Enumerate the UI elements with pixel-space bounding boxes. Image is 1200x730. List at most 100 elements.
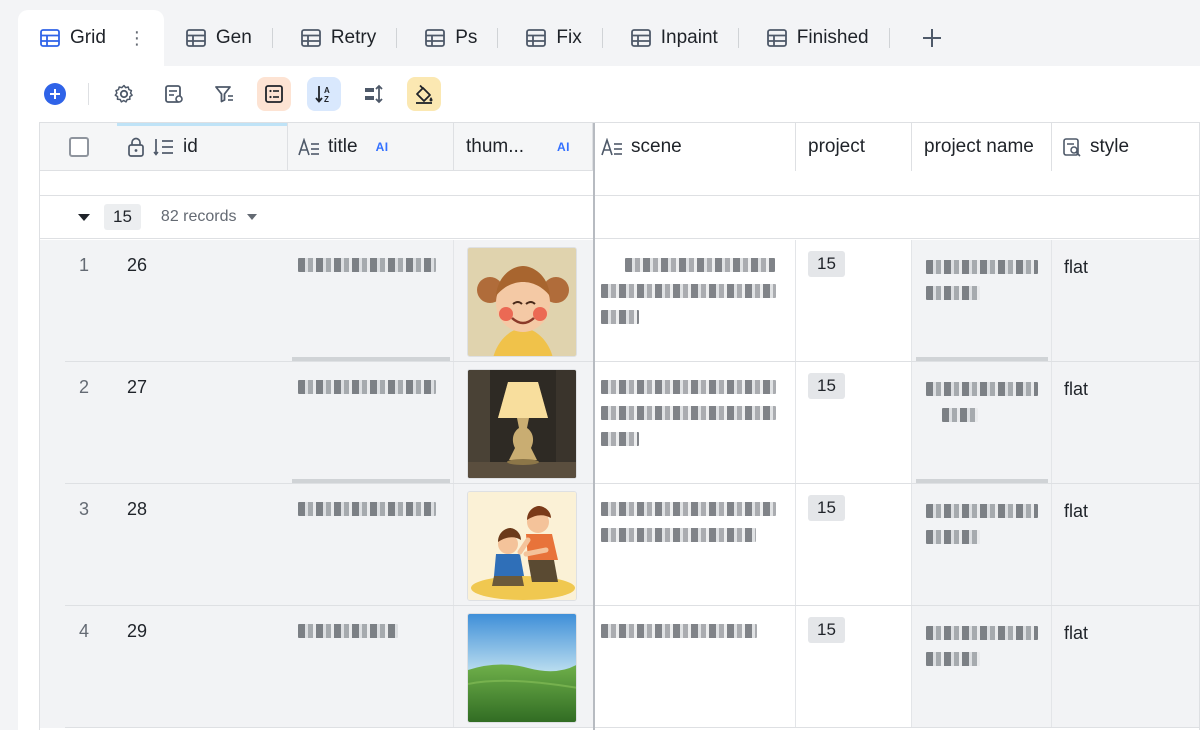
thumbnail-cell[interactable]	[454, 362, 593, 484]
column-header-scene[interactable]: scene	[595, 123, 796, 171]
tab-gen[interactable]: Gen	[164, 10, 266, 66]
column-title: title	[328, 136, 358, 157]
redacted-text	[926, 652, 980, 666]
tab-divider	[737, 28, 739, 48]
project-name-cell[interactable]	[912, 484, 1052, 606]
row-number: 3	[79, 499, 90, 519]
title-cell[interactable]	[288, 484, 454, 606]
table-row[interactable]: 2 27 15 flat	[40, 362, 1199, 484]
table-row[interactable]: 3 28 15 flat	[40, 484, 1199, 606]
lamp-image	[468, 370, 576, 478]
grid-sheet: AZ id title AI thum... AI scene project …	[18, 66, 1200, 730]
row-height-button[interactable]	[357, 77, 391, 111]
thumbnail-image[interactable]	[467, 369, 577, 479]
plus-icon	[922, 29, 941, 47]
ai-badge: AI	[375, 140, 389, 154]
settings-button[interactable]	[107, 77, 141, 111]
row-index-cell: 2 27	[40, 362, 288, 484]
sort-button[interactable]: AZ	[307, 77, 341, 111]
thumbnail-image[interactable]	[467, 491, 577, 601]
column-title: id	[183, 136, 198, 157]
style-value: flat	[1064, 623, 1089, 643]
title-cell[interactable]	[288, 240, 454, 362]
thumbnail-image[interactable]	[467, 613, 577, 723]
scene-cell[interactable]	[595, 240, 796, 362]
tab-divider	[396, 28, 398, 48]
tab-ps[interactable]: Ps	[403, 10, 491, 66]
project-cell[interactable]: 15	[796, 362, 912, 484]
project-tag: 15	[808, 251, 845, 277]
column-header-title[interactable]: title AI	[288, 123, 454, 171]
project-cell[interactable]: 15	[796, 606, 912, 728]
redacted-text	[601, 624, 757, 638]
row-number: 4	[79, 621, 90, 641]
collapse-caret-icon[interactable]	[78, 213, 90, 221]
project-name-cell[interactable]	[912, 240, 1052, 362]
column-header-id[interactable]: id	[117, 123, 288, 171]
title-cell[interactable]	[288, 362, 454, 484]
redacted-text	[601, 528, 756, 542]
thumbnail-cell[interactable]	[454, 240, 593, 362]
scene-cell[interactable]	[595, 362, 796, 484]
select-all-checkbox[interactable]	[68, 137, 89, 157]
column-title: project name	[924, 136, 1034, 157]
redacted-text	[601, 406, 776, 420]
project-cell[interactable]: 15	[796, 484, 912, 606]
project-tag: 15	[808, 617, 845, 643]
field-settings-button[interactable]	[157, 77, 191, 111]
grid-icon	[526, 29, 547, 47]
tab-retry[interactable]: Retry	[279, 10, 390, 66]
form-settings-icon	[165, 85, 183, 103]
column-header-style[interactable]: style	[1052, 123, 1199, 171]
redacted-text	[601, 380, 776, 394]
tab-inpaint[interactable]: Inpaint	[609, 10, 732, 66]
table-row[interactable]: 1 26 15 flat	[40, 240, 1199, 362]
scene-cell[interactable]	[595, 484, 796, 606]
thumbnail-cell[interactable]	[454, 606, 593, 728]
freeze-divider[interactable]	[593, 123, 595, 730]
project-cell[interactable]: 15	[796, 240, 912, 362]
sort-az-icon: AZ	[315, 86, 330, 104]
text-field-icon	[298, 138, 319, 156]
tab-label: Finished	[796, 27, 869, 48]
style-cell[interactable]: flat	[1052, 240, 1199, 362]
scene-cell[interactable]	[595, 606, 796, 728]
title-cell[interactable]	[288, 606, 454, 728]
tab-grid[interactable]: Grid ⋮	[18, 10, 164, 66]
add-view-button[interactable]	[912, 18, 952, 58]
grid-icon	[630, 29, 651, 47]
chevron-down-icon[interactable]	[246, 214, 257, 220]
id-value: 28	[127, 499, 148, 519]
table-row[interactable]: 4 29 15 flat	[40, 606, 1199, 728]
column-header-thumb[interactable]: thum... AI	[454, 123, 593, 171]
tab-fix[interactable]: Fix	[504, 10, 595, 66]
tab-label: Grid	[70, 27, 106, 48]
tab-label: Inpaint	[660, 27, 718, 48]
style-cell[interactable]: flat	[1052, 606, 1199, 728]
tab-label: Ps	[455, 27, 478, 48]
group-header[interactable]: 15 82 records	[40, 195, 1199, 239]
project-name-cell[interactable]	[912, 606, 1052, 728]
more-vertical-icon[interactable]: ⋮	[128, 29, 146, 47]
redacted-text	[601, 310, 639, 324]
group-button[interactable]	[257, 77, 291, 111]
column-header-project[interactable]: project	[796, 123, 912, 171]
project-name-cell[interactable]	[912, 362, 1052, 484]
svg-text:Z: Z	[324, 95, 329, 104]
redacted-text	[601, 432, 639, 446]
thumbnail-cell[interactable]	[454, 484, 593, 606]
group-list-icon	[265, 85, 283, 103]
redacted-text	[926, 382, 1038, 396]
add-record-button[interactable]	[44, 83, 66, 105]
tab-finished[interactable]: Finished	[745, 10, 883, 66]
thumbnail-image[interactable]	[467, 247, 577, 357]
column-header-project-name[interactable]: project name	[912, 123, 1052, 171]
grid-icon	[40, 29, 60, 47]
style-cell[interactable]: flat	[1052, 484, 1199, 606]
color-fill-button[interactable]	[407, 77, 441, 111]
filter-button[interactable]	[207, 77, 241, 111]
style-cell[interactable]: flat	[1052, 362, 1199, 484]
tab-label: Retry	[330, 27, 377, 48]
meadow-image	[468, 614, 576, 722]
toolbar-divider	[88, 83, 89, 105]
